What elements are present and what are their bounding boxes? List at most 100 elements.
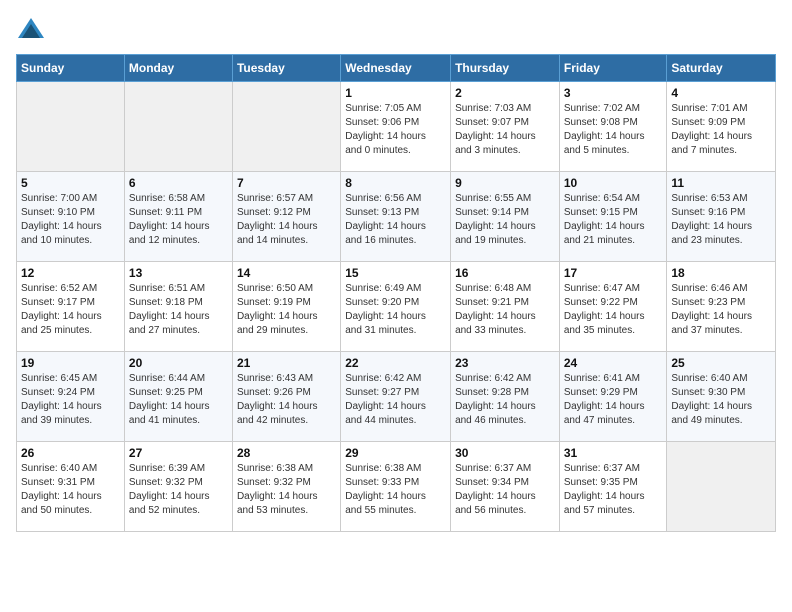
day-number: 5: [21, 176, 120, 190]
day-number: 29: [345, 446, 446, 460]
day-header-monday: Monday: [124, 55, 232, 82]
day-number: 15: [345, 266, 446, 280]
calendar-cell: 26 Sunrise: 6:40 AM Sunset: 9:31 PM Dayli…: [17, 442, 125, 532]
day-info: Sunrise: 6:49 AM Sunset: 9:20 PM Dayligh…: [345, 282, 446, 338]
day-number: 4: [671, 86, 771, 100]
day-info: Sunrise: 6:47 AM Sunset: 9:22 PM Dayligh…: [564, 282, 663, 338]
calendar-cell: 5 Sunrise: 7:00 AM Sunset: 9:10 PM Daylig…: [17, 172, 125, 262]
calendar-cell: [17, 82, 125, 172]
day-info: Sunrise: 6:37 AM Sunset: 9:34 PM Dayligh…: [455, 462, 555, 518]
calendar-header-row: SundayMondayTuesdayWednesdayThursdayFrid…: [17, 55, 776, 82]
day-number: 16: [455, 266, 555, 280]
day-number: 25: [671, 356, 771, 370]
day-header-tuesday: Tuesday: [232, 55, 340, 82]
calendar-cell: 28 Sunrise: 6:38 AM Sunset: 9:32 PM Dayli…: [232, 442, 340, 532]
calendar-cell: 18 Sunrise: 6:46 AM Sunset: 9:23 PM Dayli…: [667, 262, 776, 352]
day-number: 31: [564, 446, 663, 460]
day-info: Sunrise: 7:02 AM Sunset: 9:08 PM Dayligh…: [564, 102, 663, 158]
calendar-cell: 17 Sunrise: 6:47 AM Sunset: 9:22 PM Dayli…: [559, 262, 667, 352]
day-info: Sunrise: 6:39 AM Sunset: 9:32 PM Dayligh…: [129, 462, 228, 518]
logo: [16, 16, 50, 46]
day-number: 20: [129, 356, 228, 370]
day-info: Sunrise: 6:38 AM Sunset: 9:33 PM Dayligh…: [345, 462, 446, 518]
day-info: Sunrise: 6:57 AM Sunset: 9:12 PM Dayligh…: [237, 192, 336, 248]
calendar-cell: 3 Sunrise: 7:02 AM Sunset: 9:08 PM Daylig…: [559, 82, 667, 172]
logo-icon: [16, 16, 46, 46]
day-info: Sunrise: 6:58 AM Sunset: 9:11 PM Dayligh…: [129, 192, 228, 248]
day-number: 26: [21, 446, 120, 460]
day-number: 3: [564, 86, 663, 100]
day-info: Sunrise: 6:50 AM Sunset: 9:19 PM Dayligh…: [237, 282, 336, 338]
day-number: 2: [455, 86, 555, 100]
day-number: 21: [237, 356, 336, 370]
calendar-cell: [667, 442, 776, 532]
day-number: 12: [21, 266, 120, 280]
day-info: Sunrise: 6:40 AM Sunset: 9:31 PM Dayligh…: [21, 462, 120, 518]
day-header-wednesday: Wednesday: [341, 55, 451, 82]
day-info: Sunrise: 6:44 AM Sunset: 9:25 PM Dayligh…: [129, 372, 228, 428]
day-info: Sunrise: 6:46 AM Sunset: 9:23 PM Dayligh…: [671, 282, 771, 338]
day-number: 30: [455, 446, 555, 460]
day-info: Sunrise: 6:56 AM Sunset: 9:13 PM Dayligh…: [345, 192, 446, 248]
day-number: 19: [21, 356, 120, 370]
page-header: [16, 16, 776, 46]
calendar-cell: 19 Sunrise: 6:45 AM Sunset: 9:24 PM Dayli…: [17, 352, 125, 442]
calendar-cell: [124, 82, 232, 172]
day-number: 14: [237, 266, 336, 280]
calendar-cell: 15 Sunrise: 6:49 AM Sunset: 9:20 PM Dayli…: [341, 262, 451, 352]
day-number: 22: [345, 356, 446, 370]
calendar-cell: 31Sunrise: 6:37 AM Sunset: 9:35 PM Dayli…: [559, 442, 667, 532]
calendar-cell: 20 Sunrise: 6:44 AM Sunset: 9:25 PM Dayli…: [124, 352, 232, 442]
calendar-cell: 12 Sunrise: 6:52 AM Sunset: 9:17 PM Dayli…: [17, 262, 125, 352]
calendar-cell: 13Sunrise: 6:51 AM Sunset: 9:18 PM Dayli…: [124, 262, 232, 352]
calendar-cell: 1Sunrise: 7:05 AM Sunset: 9:06 PM Daylig…: [341, 82, 451, 172]
day-info: Sunrise: 6:55 AM Sunset: 9:14 PM Dayligh…: [455, 192, 555, 248]
calendar-cell: [232, 82, 340, 172]
day-info: Sunrise: 6:43 AM Sunset: 9:26 PM Dayligh…: [237, 372, 336, 428]
day-info: Sunrise: 6:42 AM Sunset: 9:28 PM Dayligh…: [455, 372, 555, 428]
calendar-cell: 9Sunrise: 6:55 AM Sunset: 9:14 PM Daylig…: [451, 172, 560, 262]
day-info: Sunrise: 7:01 AM Sunset: 9:09 PM Dayligh…: [671, 102, 771, 158]
calendar-week-5: 26 Sunrise: 6:40 AM Sunset: 9:31 PM Dayli…: [17, 442, 776, 532]
day-number: 28: [237, 446, 336, 460]
day-number: 24: [564, 356, 663, 370]
day-number: 7: [237, 176, 336, 190]
calendar-cell: 22 Sunrise: 6:42 AM Sunset: 9:27 PM Dayli…: [341, 352, 451, 442]
calendar-cell: 27 Sunrise: 6:39 AM Sunset: 9:32 PM Dayli…: [124, 442, 232, 532]
calendar-week-4: 19 Sunrise: 6:45 AM Sunset: 9:24 PM Dayli…: [17, 352, 776, 442]
day-info: Sunrise: 6:45 AM Sunset: 9:24 PM Dayligh…: [21, 372, 120, 428]
day-info: Sunrise: 6:41 AM Sunset: 9:29 PM Dayligh…: [564, 372, 663, 428]
calendar-cell: 11 Sunrise: 6:53 AM Sunset: 9:16 PM Dayli…: [667, 172, 776, 262]
day-info: Sunrise: 7:03 AM Sunset: 9:07 PM Dayligh…: [455, 102, 555, 158]
day-number: 8: [345, 176, 446, 190]
day-number: 18: [671, 266, 771, 280]
day-number: 23: [455, 356, 555, 370]
day-header-thursday: Thursday: [451, 55, 560, 82]
calendar-cell: 6 Sunrise: 6:58 AM Sunset: 9:11 PM Daylig…: [124, 172, 232, 262]
calendar-cell: 23 Sunrise: 6:42 AM Sunset: 9:28 PM Dayli…: [451, 352, 560, 442]
calendar-cell: 7 Sunrise: 6:57 AM Sunset: 9:12 PM Daylig…: [232, 172, 340, 262]
calendar-week-2: 5 Sunrise: 7:00 AM Sunset: 9:10 PM Daylig…: [17, 172, 776, 262]
calendar-cell: 10Sunrise: 6:54 AM Sunset: 9:15 PM Dayli…: [559, 172, 667, 262]
day-info: Sunrise: 6:54 AM Sunset: 9:15 PM Dayligh…: [564, 192, 663, 248]
day-info: Sunrise: 6:38 AM Sunset: 9:32 PM Dayligh…: [237, 462, 336, 518]
day-info: Sunrise: 6:42 AM Sunset: 9:27 PM Dayligh…: [345, 372, 446, 428]
day-info: Sunrise: 6:53 AM Sunset: 9:16 PM Dayligh…: [671, 192, 771, 248]
day-number: 11: [671, 176, 771, 190]
day-info: Sunrise: 7:00 AM Sunset: 9:10 PM Dayligh…: [21, 192, 120, 248]
calendar-cell: 16Sunrise: 6:48 AM Sunset: 9:21 PM Dayli…: [451, 262, 560, 352]
calendar-cell: 21 Sunrise: 6:43 AM Sunset: 9:26 PM Dayli…: [232, 352, 340, 442]
day-number: 1: [345, 86, 446, 100]
calendar-table: SundayMondayTuesdayWednesdayThursdayFrid…: [16, 54, 776, 532]
day-number: 27: [129, 446, 228, 460]
day-info: Sunrise: 6:51 AM Sunset: 9:18 PM Dayligh…: [129, 282, 228, 338]
calendar-cell: 24 Sunrise: 6:41 AM Sunset: 9:29 PM Dayli…: [559, 352, 667, 442]
day-info: Sunrise: 6:52 AM Sunset: 9:17 PM Dayligh…: [21, 282, 120, 338]
day-number: 6: [129, 176, 228, 190]
day-number: 17: [564, 266, 663, 280]
calendar-cell: 4 Sunrise: 7:01 AM Sunset: 9:09 PM Daylig…: [667, 82, 776, 172]
calendar-cell: 2 Sunrise: 7:03 AM Sunset: 9:07 PM Daylig…: [451, 82, 560, 172]
day-header-sunday: Sunday: [17, 55, 125, 82]
calendar-cell: 29 Sunrise: 6:38 AM Sunset: 9:33 PM Dayli…: [341, 442, 451, 532]
day-header-friday: Friday: [559, 55, 667, 82]
